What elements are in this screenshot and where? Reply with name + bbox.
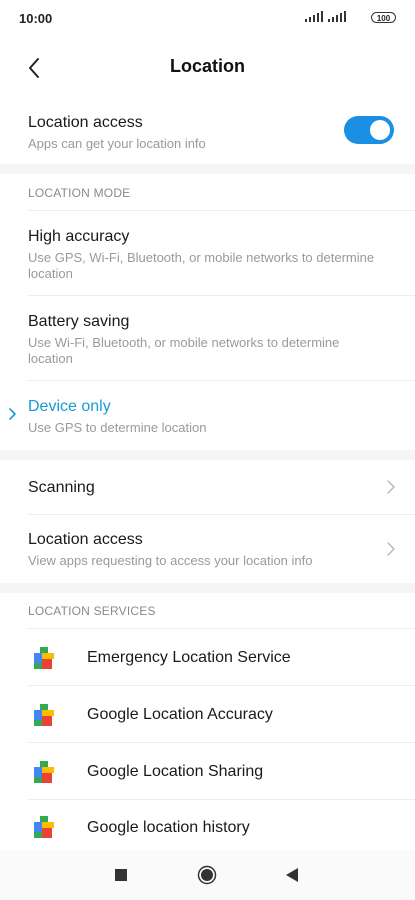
recents-button[interactable] — [114, 868, 128, 882]
location-access-title: Location access — [28, 114, 143, 131]
mode-option-title: Device only — [28, 398, 111, 415]
section-separator — [0, 583, 415, 593]
service-label: Google Location Sharing — [87, 763, 264, 780]
section-separator — [0, 164, 415, 174]
toggle-knob — [370, 120, 390, 140]
page-title: Location — [170, 56, 245, 76]
mode-option-battery-saving[interactable]: Battery saving Use Wi-Fi, Bluetooth, or … — [0, 296, 415, 380]
service-item[interactable]: Google Location Accuracy — [0, 686, 415, 742]
service-item[interactable]: Google location history — [0, 800, 415, 850]
navigation-bar — [0, 850, 415, 900]
mode-option-subtitle: Use Wi-Fi, Bluetooth, or mobile networks… — [28, 335, 340, 366]
chevron-right-icon — [387, 480, 395, 494]
location-access-toggle[interactable] — [344, 116, 394, 144]
status-time: 10:00 — [19, 11, 53, 26]
battery-icon: 100 — [371, 12, 396, 23]
location-access-subtitle: Apps can get your location info — [28, 136, 206, 151]
service-label: Google location history — [87, 819, 250, 836]
mode-option-subtitle: Use GPS to determine location — [28, 420, 207, 435]
mode-option-high-accuracy[interactable]: High accuracy Use GPS, Wi-Fi, Bluetooth,… — [0, 211, 415, 295]
mode-option-title: High accuracy — [28, 228, 130, 245]
app-location-access-subtitle: View apps requesting to access your loca… — [28, 553, 313, 568]
header: Location — [0, 38, 415, 98]
location-mode-header: LOCATION MODE — [28, 186, 131, 200]
signal-icon — [328, 11, 346, 22]
service-item[interactable]: Emergency Location Service — [0, 629, 415, 685]
home-button[interactable] — [197, 865, 217, 885]
mode-option-device-only[interactable]: Device only Use GPS to determine locatio… — [0, 381, 415, 450]
mode-option-subtitle: Use GPS, Wi-Fi, Bluetooth, or mobile net… — [28, 250, 375, 281]
play-services-icon — [34, 816, 54, 838]
service-item[interactable]: Google Location Sharing — [0, 743, 415, 799]
play-services-icon — [34, 647, 54, 669]
chevron-right-icon — [387, 542, 395, 556]
signal-icon — [305, 11, 323, 22]
back-nav-button[interactable] — [284, 867, 300, 883]
selected-chevron-icon — [9, 408, 16, 420]
status-bar: 10:00 100 — [0, 0, 415, 38]
app-location-access-row[interactable]: Location access View apps requesting to … — [0, 515, 415, 583]
play-services-icon — [34, 704, 54, 726]
scanning-row[interactable]: Scanning — [0, 460, 415, 514]
service-label: Google Location Accuracy — [87, 706, 273, 723]
service-label: Emergency Location Service — [87, 649, 291, 666]
section-separator — [0, 450, 415, 460]
location-services-header: LOCATION SERVICES — [28, 604, 156, 618]
play-services-icon — [34, 761, 54, 783]
mode-option-title: Battery saving — [28, 313, 130, 330]
scanning-title: Scanning — [28, 479, 95, 496]
app-location-access-title: Location access — [28, 531, 143, 548]
